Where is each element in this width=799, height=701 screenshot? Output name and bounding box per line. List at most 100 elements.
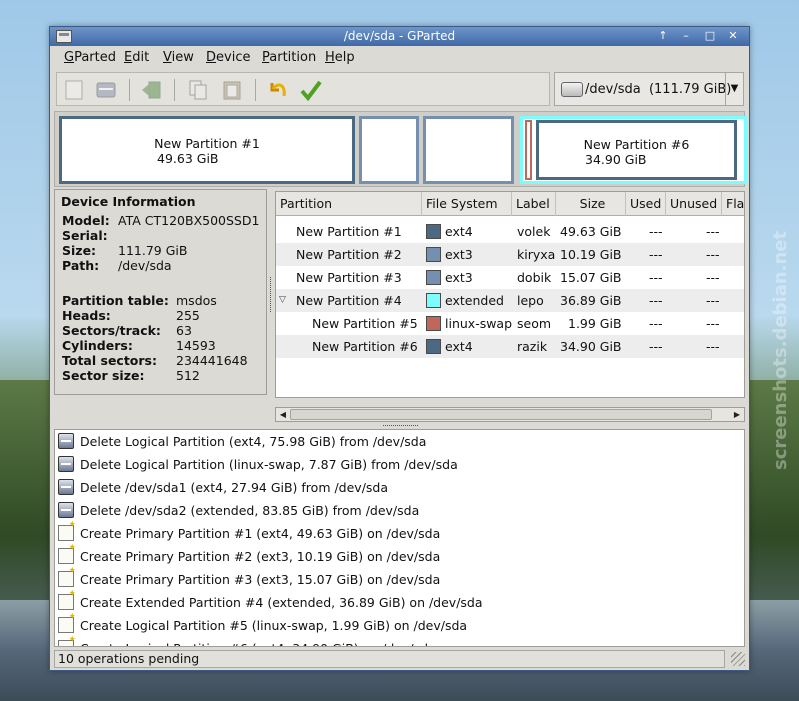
resize-grip-icon[interactable] (731, 652, 745, 666)
pane-resize-handle[interactable] (270, 277, 273, 312)
segment-size: 34.90 GiB (585, 152, 647, 167)
list-item[interactable]: Delete Logical Partition (linux-swap, 7.… (55, 453, 744, 476)
minimize-button[interactable]: – (677, 29, 695, 44)
scroll-left-icon[interactable]: ◀ (276, 408, 290, 421)
list-item[interactable]: Create Primary Partition #3 (ext3, 15.07… (55, 566, 744, 591)
toolbar-separator (129, 79, 130, 101)
disk-segment-partition-3[interactable] (423, 116, 514, 184)
device-info-heads: Heads: 255 (62, 308, 200, 323)
resize-move-icon[interactable] (141, 79, 163, 101)
list-item[interactable]: Delete /dev/sda2 (extended, 83.85 GiB) f… (55, 499, 744, 522)
device-info-cylinders: Cylinders: 14593 (62, 338, 216, 353)
disk-segment-partition-1[interactable]: New Partition #1 49.63 GiB (59, 116, 355, 184)
new-operation-icon (58, 520, 76, 541)
device-info-serial: Serial: (62, 228, 108, 243)
scrollbar-thumb[interactable] (290, 409, 712, 420)
titlebar[interactable]: /dev/sda - GParted ↑ – □ ✕ (50, 27, 749, 46)
apply-icon[interactable] (300, 79, 322, 102)
new-operation-icon (58, 635, 76, 646)
new-operation-icon (58, 612, 76, 633)
list-item[interactable]: Create Extended Partition #4 (extended, … (55, 589, 744, 614)
watermark: screenshots.debian.net (770, 230, 791, 470)
disk-segment-partition-6[interactable]: New Partition #6 34.90 GiB (536, 120, 737, 180)
close-button[interactable]: ✕ (724, 29, 742, 44)
new-partition-icon[interactable] (63, 79, 85, 101)
gparted-window: /dev/sda - GParted ↑ – □ ✕ GParted Edit … (49, 26, 750, 671)
pending-operations-list: Delete Logical Partition (ext4, 75.98 Gi… (54, 429, 745, 647)
column-header-unused[interactable]: Unused (666, 192, 722, 216)
new-operation-icon (58, 589, 76, 610)
filesystem-color-swatch (426, 293, 441, 308)
table-row[interactable]: New Partition #3 ext3 dobik 15.07 GiB --… (276, 266, 744, 289)
disk-segment-partition-4-extended[interactable]: New Partition #6 34.90 GiB (520, 116, 747, 184)
device-info-sector-size: Sector size: 512 (62, 368, 200, 383)
menu-partition[interactable]: Partition (262, 50, 316, 65)
expander-icon[interactable]: ▽ (279, 289, 286, 312)
menu-gparted[interactable]: GParted (64, 50, 116, 65)
device-info-header: Device Information (61, 194, 196, 209)
disk-segment-partition-2[interactable] (359, 116, 419, 184)
harddisk-icon (561, 82, 583, 97)
chevron-down-icon[interactable]: ▼ (725, 73, 743, 105)
device-info-size: Size: 111.79 GiB (62, 243, 188, 258)
paste-icon[interactable] (221, 79, 243, 101)
delete-operation-icon (58, 456, 74, 472)
device-info-partition-table: Partition table: msdos (62, 293, 217, 308)
column-header-label[interactable]: Label (512, 192, 556, 216)
filesystem-color-swatch (426, 247, 441, 262)
table-header: Partition File System Label Size Used Un… (276, 192, 744, 216)
table-row[interactable]: ▽ New Partition #4 extended lepo 36.89 G… (276, 289, 744, 312)
list-item[interactable]: Create Primary Partition #2 (ext3, 10.19… (55, 543, 744, 568)
column-header-used[interactable]: Used (626, 192, 666, 216)
table-row[interactable]: New Partition #6 ext4 razik 34.90 GiB --… (276, 335, 744, 358)
column-header-filesystem[interactable]: File System (422, 192, 512, 216)
delete-operation-icon (58, 479, 74, 495)
device-selector-label: /dev/sda (111.79 GiB) (585, 82, 732, 97)
column-header-size[interactable]: Size (556, 192, 626, 216)
menu-help[interactable]: Help (325, 50, 355, 65)
delete-operation-icon (58, 433, 74, 449)
new-operation-icon (58, 543, 76, 564)
list-item[interactable]: Create Logical Partition #6 (ext4, 34.90… (55, 635, 744, 646)
filesystem-color-swatch (426, 224, 441, 239)
device-info-path: Path:/dev/sda (62, 258, 172, 273)
scroll-right-icon[interactable]: ▶ (730, 408, 744, 421)
menu-edit[interactable]: Edit (124, 50, 149, 65)
menu-device[interactable]: Device (206, 50, 250, 65)
list-item[interactable]: Create Logical Partition #5 (linux-swap,… (55, 612, 744, 637)
device-selector[interactable]: /dev/sda (111.79 GiB) ▼ (554, 72, 744, 106)
horizontal-scrollbar[interactable]: ◀ ▶ (275, 407, 745, 422)
delete-partition-icon[interactable] (95, 79, 117, 101)
copy-icon[interactable] (187, 79, 209, 101)
filesystem-color-swatch (426, 339, 441, 354)
toolbar (56, 72, 550, 106)
table-row[interactable]: New Partition #1 ext4 volek 49.63 GiB --… (276, 220, 744, 243)
device-info-model: Model: ATA CT120BX500SSD1 (62, 213, 260, 228)
disk-graphic: New Partition #1 49.63 GiB New Partition… (54, 111, 747, 187)
new-operation-icon (58, 566, 76, 587)
column-header-partition[interactable]: Partition (276, 192, 422, 216)
shade-button[interactable]: ↑ (654, 29, 672, 44)
toolbar-separator (255, 79, 256, 101)
window-title: /dev/sda - GParted (343, 29, 456, 43)
disk-segment-partition-5[interactable] (525, 120, 532, 180)
toolbar-separator (174, 79, 175, 101)
partition-table: Partition File System Label Size Used Un… (275, 191, 745, 398)
maximize-button[interactable]: □ (701, 29, 719, 44)
undo-icon[interactable] (267, 79, 289, 101)
delete-operation-icon (58, 502, 74, 518)
segment-name: New Partition #6 (583, 137, 690, 152)
menu-view[interactable]: View (163, 50, 194, 65)
status-text: 10 operations pending (54, 650, 725, 668)
pane-resize-handle-horizontal[interactable] (383, 425, 418, 427)
column-header-flags[interactable]: Fla (722, 192, 744, 216)
device-info-total-sectors: Total sectors: 234441648 (62, 353, 248, 368)
list-item[interactable]: Delete Logical Partition (ext4, 75.98 Gi… (55, 430, 744, 453)
table-row[interactable]: New Partition #2 ext3 kiryxa 10.19 GiB -… (276, 243, 744, 266)
table-row[interactable]: New Partition #5 linux-swap seom 1.99 Gi… (276, 312, 744, 335)
segment-size: 49.63 GiB (157, 151, 219, 166)
filesystem-color-swatch (426, 316, 441, 331)
list-item[interactable]: Delete /dev/sda1 (ext4, 27.94 GiB) from … (55, 476, 744, 499)
list-item[interactable]: Create Primary Partition #1 (ext4, 49.63… (55, 520, 744, 545)
statusbar: 10 operations pending (54, 650, 745, 668)
